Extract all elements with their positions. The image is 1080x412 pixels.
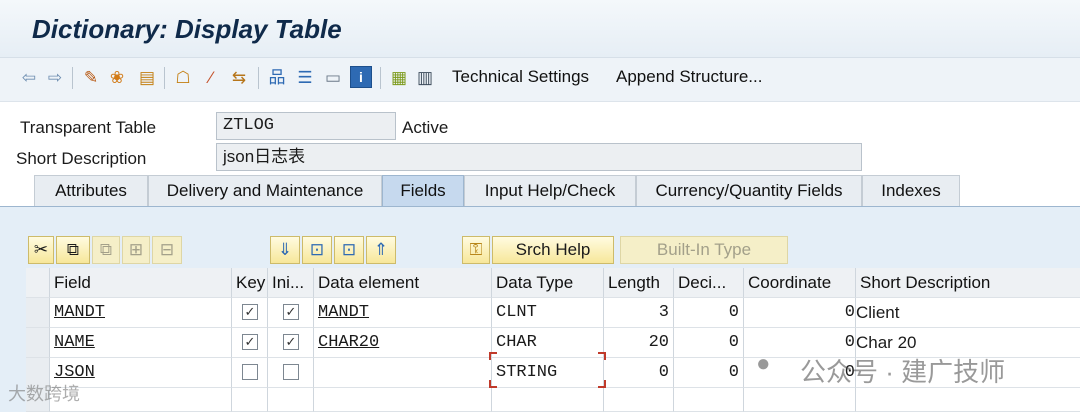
empty-cell[interactable] — [492, 388, 604, 412]
column-header-short-description[interactable]: Short Description — [856, 268, 1080, 298]
table-type-label: Transparent Table — [20, 118, 157, 137]
data-type-cell[interactable]: CLNT — [492, 298, 604, 328]
data-element-cell[interactable]: CHAR20 — [314, 328, 492, 358]
column-header-key[interactable]: Key — [232, 268, 268, 298]
initial-checkbox[interactable]: ✓ — [283, 334, 299, 350]
append-structure-button[interactable]: Append Structure... — [616, 67, 762, 87]
short-description-label: Short Description — [16, 149, 147, 168]
row-selector[interactable] — [26, 328, 50, 358]
layout-icon[interactable]: ▭ — [322, 66, 344, 88]
display-object-icon[interactable]: ☰ — [294, 66, 316, 88]
tab-strip: Attributes Delivery and Maintenance Fiel… — [0, 175, 1080, 207]
first-icon[interactable]: ⇓ — [270, 236, 300, 264]
empty-cell[interactable] — [314, 388, 492, 412]
title-bar: Dictionary: Display Table — [0, 0, 1080, 58]
column-header-initial[interactable]: Ini... — [268, 268, 314, 298]
hierarchy-icon[interactable]: ☖ — [172, 66, 194, 88]
edit-icon[interactable]: ✎ — [80, 66, 102, 88]
technical-settings-button[interactable]: Technical Settings — [452, 67, 589, 87]
initial-cell — [268, 358, 314, 388]
prev-page-icon[interactable]: ⊡ — [302, 236, 332, 264]
row-selector[interactable] — [26, 298, 50, 328]
insert-row-icon[interactable]: ⊞ — [122, 236, 150, 264]
table-icon[interactable]: ▦ — [388, 66, 410, 88]
watermark-left: 大数跨境 — [8, 384, 80, 404]
focus-bracket — [598, 352, 606, 360]
initial-cell: ✓ — [268, 328, 314, 358]
key-cell: ✓ — [232, 298, 268, 328]
empty-cell[interactable] — [604, 388, 674, 412]
wand-icon[interactable]: ⁄ — [200, 66, 222, 88]
next-page-icon[interactable]: ⊡ — [334, 236, 364, 264]
page-title: Dictionary: Display Table — [32, 14, 342, 44]
tab-attributes[interactable]: Attributes — [34, 175, 148, 207]
watermark-right: 公众号 · 建广技师 — [800, 357, 1006, 387]
short-description-field[interactable]: json日志表 — [216, 143, 862, 171]
tab-delivery-and-maintenance[interactable]: Delivery and Maintenance — [148, 175, 382, 207]
empty-cell[interactable] — [744, 388, 856, 412]
column-header-coordinate[interactable]: Coordinate — [744, 268, 856, 298]
select-all-cell[interactable] — [26, 268, 50, 298]
data-type-cell[interactable]: CHAR — [492, 328, 604, 358]
length-cell[interactable]: 3 — [604, 298, 674, 328]
data-element-cell[interactable]: MANDT — [314, 298, 492, 328]
tab-currency-quantity-fields[interactable]: Currency/Quantity Fields — [636, 175, 862, 207]
copy-icon[interactable]: ⧉ — [56, 236, 90, 264]
column-header-field[interactable]: Field — [50, 268, 232, 298]
data-type-cell[interactable]: STRING — [492, 358, 604, 388]
status-text: Active — [402, 118, 449, 137]
data-element-cell[interactable] — [314, 358, 492, 388]
tab-fields[interactable]: Fields — [382, 175, 464, 207]
fields-table: Field Key Ini... Data element Data Type … — [26, 268, 1080, 412]
coordinate-cell[interactable]: 0 — [744, 298, 856, 328]
table-row-field[interactable]: NAME — [50, 328, 232, 358]
where-used-icon[interactable]: ⇆ — [228, 66, 250, 88]
object-list-icon[interactable]: 品 — [266, 66, 288, 88]
back-icon[interactable]: ⇦ — [18, 66, 40, 88]
key-cell: ✓ — [232, 328, 268, 358]
table-name-field[interactable]: ZTLOG — [216, 112, 396, 140]
initial-checkbox[interactable] — [283, 364, 299, 380]
key-checkbox[interactable]: ✓ — [242, 334, 258, 350]
length-cell[interactable]: 20 — [604, 328, 674, 358]
key-checkbox[interactable] — [242, 364, 258, 380]
empty-cell[interactable] — [674, 388, 744, 412]
wechat-icon: ● — [756, 350, 771, 377]
focus-bracket — [489, 380, 497, 388]
length-cell[interactable]: 0 — [604, 358, 674, 388]
search-help-icon[interactable]: ⚿ — [462, 236, 490, 264]
decimals-cell[interactable]: 0 — [674, 328, 744, 358]
application-toolbar: ⇦ ⇨ ✎ ❀ ▤ ☖ ⁄ ⇆ 品 ☰ ▭ i ▦ ▥ Technical Se… — [0, 58, 1080, 102]
column-header-data-type[interactable]: Data Type — [492, 268, 604, 298]
key-checkbox[interactable]: ✓ — [242, 304, 258, 320]
paste-icon[interactable]: ⧉ — [92, 236, 120, 264]
forward-icon[interactable]: ⇨ — [44, 66, 66, 88]
column-header-data-element[interactable]: Data element — [314, 268, 492, 298]
initial-cell: ✓ — [268, 298, 314, 328]
compare-icon[interactable]: ❀ — [106, 66, 128, 88]
key-cell — [232, 358, 268, 388]
short-description-cell[interactable]: Client — [856, 298, 1080, 328]
table-row-field[interactable]: MANDT — [50, 298, 232, 328]
empty-cell[interactable] — [268, 388, 314, 412]
decimals-cell[interactable]: 0 — [674, 358, 744, 388]
empty-cell[interactable] — [856, 388, 1080, 412]
cut-icon[interactable]: ✂ — [28, 236, 54, 264]
tab-indexes[interactable]: Indexes — [862, 175, 960, 207]
initial-checkbox[interactable]: ✓ — [283, 304, 299, 320]
info-icon[interactable]: i — [350, 66, 372, 88]
tab-input-help-check[interactable]: Input Help/Check — [464, 175, 636, 207]
focus-bracket — [489, 352, 497, 360]
decimals-cell[interactable]: 0 — [674, 298, 744, 328]
column-header-length[interactable]: Length — [604, 268, 674, 298]
columns-icon[interactable]: ▥ — [414, 66, 436, 88]
last-icon[interactable]: ⇑ — [366, 236, 396, 264]
built-in-type-button[interactable]: Built-In Type — [620, 236, 788, 264]
srch-help-button[interactable]: Srch Help — [492, 236, 614, 264]
empty-cell[interactable] — [232, 388, 268, 412]
delete-row-icon[interactable]: ⊟ — [152, 236, 182, 264]
focus-bracket — [598, 380, 606, 388]
column-header-decimals[interactable]: Deci... — [674, 268, 744, 298]
activate-icon[interactable]: ▤ — [136, 66, 158, 88]
